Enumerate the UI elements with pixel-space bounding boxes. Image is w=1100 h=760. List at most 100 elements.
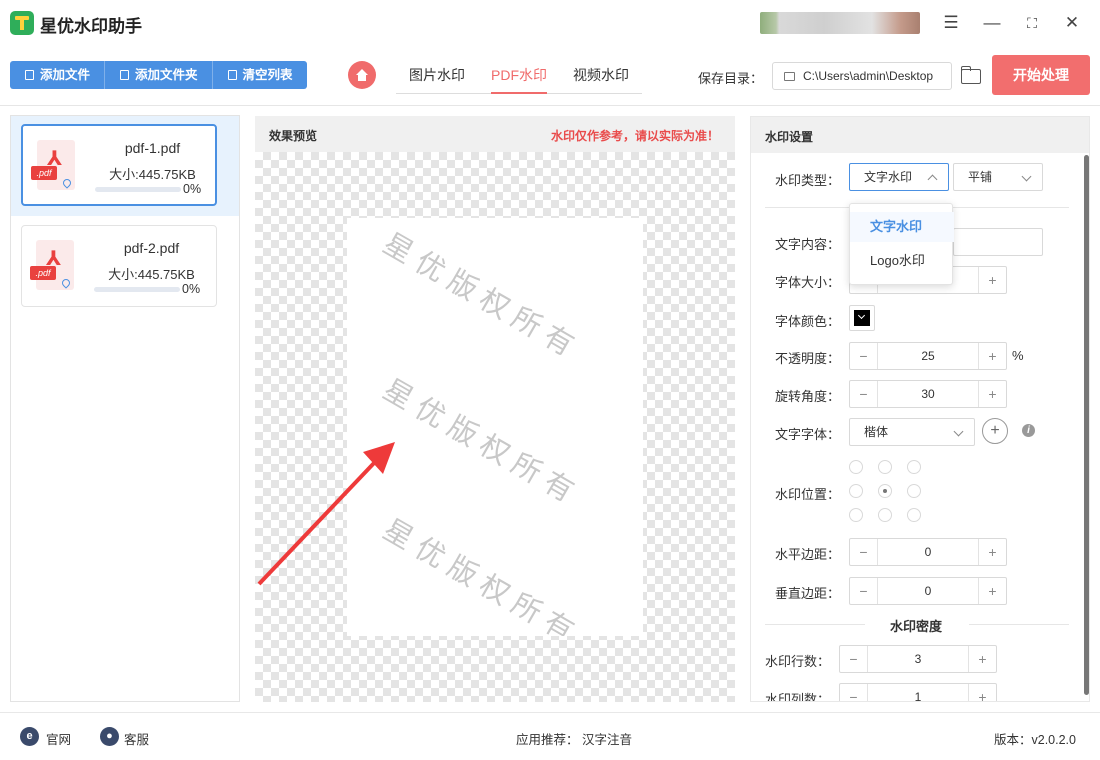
tab-video-watermark[interactable]: 视频水印 [560, 58, 642, 93]
settings-scrollbar[interactable] [1084, 155, 1089, 695]
v-margin-value[interactable]: 0 [878, 578, 978, 604]
open-folder-icon[interactable] [960, 66, 982, 84]
toolbar: 添加文件 添加文件夹 清空列表 图片水印 PDF水印 视频水印 保存目录： C:… [0, 46, 1100, 106]
rotation-label: 旋转角度： [775, 389, 841, 404]
position-top-center[interactable] [878, 460, 892, 474]
type-select[interactable]: 文字水印 [849, 163, 949, 191]
settings-sliders-icon[interactable]: ☰ [940, 12, 962, 34]
font-family-value: 楷体 [864, 425, 889, 439]
dropdown-option-text[interactable]: 文字水印 [850, 212, 954, 242]
maximize-icon[interactable]: ⛶ [1021, 12, 1043, 34]
cols-value[interactable]: 1 [868, 684, 968, 701]
support-link[interactable]: 客服 [124, 729, 149, 748]
increment-button[interactable]: + [968, 646, 996, 672]
position-bottom-right[interactable] [907, 508, 921, 522]
settings-header: 水印设置 [751, 117, 1089, 153]
dropdown-option-logo[interactable]: Logo水印 [850, 246, 954, 276]
increment-button[interactable]: + [978, 578, 1006, 604]
rotation-stepper[interactable]: −30 + [849, 380, 1007, 408]
layout-select[interactable]: 平铺 [953, 163, 1043, 191]
add-font-button[interactable]: + [982, 418, 1008, 444]
app-title: 星优水印助手 [40, 17, 142, 36]
position-bottom-left[interactable] [849, 508, 863, 522]
position-bottom-center[interactable] [878, 508, 892, 522]
official-link[interactable]: 官网 [46, 729, 71, 748]
type-select-value: 文字水印 [864, 170, 913, 184]
save-path-field[interactable]: C:\Users\admin\Desktop [772, 62, 952, 90]
folder-icon [120, 70, 130, 80]
position-middle-right[interactable] [907, 484, 921, 498]
file-name: pdf-2.pdf [123, 240, 180, 256]
decrement-button[interactable]: − [850, 343, 878, 369]
file-card-1[interactable]: ⅄ .pdf pdf-1.pdf 大小:445.75KB 0% [21, 124, 217, 206]
settings-title: 水印设置 [765, 130, 814, 144]
position-middle-left[interactable] [849, 484, 863, 498]
opacity-stepper[interactable]: −25 + [849, 342, 1007, 370]
h-margin-stepper[interactable]: −0 + [849, 538, 1007, 566]
density-title: 水印密度 [889, 619, 942, 634]
rows-label: 水印行数： [765, 654, 831, 669]
browser-icon: e [20, 727, 39, 746]
minimize-icon[interactable]: — [981, 12, 1003, 34]
decrement-button[interactable]: − [850, 539, 878, 565]
font-size-label: 字体大小： [775, 275, 841, 290]
start-button[interactable]: 开始处理 [992, 55, 1090, 95]
increment-button[interactable]: + [978, 267, 1006, 293]
chat-icon: ● [100, 727, 119, 746]
recommend-label: 应用推荐： [516, 733, 579, 747]
home-icon[interactable] [348, 61, 376, 89]
add-file-button[interactable]: 添加文件 [10, 61, 106, 89]
file-card-2[interactable]: ⅄ .pdf pdf-2.pdf 大小:445.75KB 0% [21, 225, 217, 307]
increment-button[interactable]: + [968, 684, 996, 701]
clear-list-label: 清空列表 [242, 68, 293, 82]
arrow-annotation [257, 442, 395, 586]
tab-pdf-watermark[interactable]: PDF水印 [478, 58, 560, 94]
content-label: 文字内容： [775, 237, 841, 252]
chevron-down-icon [1021, 171, 1032, 182]
tab-image-watermark[interactable]: 图片水印 [396, 58, 478, 93]
add-folder-label: 添加文件夹 [135, 68, 198, 82]
cols-stepper[interactable]: −1 + [839, 683, 997, 701]
rotation-value[interactable]: 30 [878, 381, 978, 407]
title-bar: 星优水印助手 ☰ — ⛶ ✕ [0, 0, 1100, 46]
file-progress-text: 0% [182, 282, 201, 296]
save-path-value: C:\Users\admin\Desktop [803, 69, 934, 83]
clear-list-button[interactable]: 清空列表 [212, 61, 307, 89]
add-folder-button[interactable]: 添加文件夹 [105, 61, 213, 89]
file-icon [25, 70, 34, 80]
opacity-label: 不透明度： [775, 351, 841, 366]
decrement-button[interactable]: − [840, 646, 868, 672]
decrement-button[interactable]: − [840, 684, 868, 701]
increment-button[interactable]: + [978, 381, 1006, 407]
preview-header: 效果预览 水印仅作参考，请以实际为准！ [255, 116, 735, 152]
close-icon[interactable]: ✕ [1061, 12, 1083, 34]
type-dropdown-menu: 文字水印 Logo水印 [849, 203, 954, 285]
preview-note: 水印仅作参考，请以实际为准！ [550, 129, 719, 143]
layout-select-value: 平铺 [968, 170, 993, 184]
v-margin-stepper[interactable]: −0 + [849, 577, 1007, 605]
h-margin-value[interactable]: 0 [878, 539, 978, 565]
position-center[interactable] [878, 484, 892, 498]
position-top-left[interactable] [849, 460, 863, 474]
font-color-swatch[interactable] [849, 305, 875, 331]
info-icon[interactable]: i [1022, 424, 1035, 437]
increment-button[interactable]: + [978, 539, 1006, 565]
recommend-link[interactable]: 汉字注音 [582, 729, 632, 748]
file-name: pdf-1.pdf [124, 140, 181, 156]
position-top-right[interactable] [907, 460, 921, 474]
opacity-value[interactable]: 25 [878, 343, 978, 369]
decrement-button[interactable]: − [850, 578, 878, 604]
file-progress-text: 0% [183, 182, 202, 196]
increment-button[interactable]: + [978, 343, 1006, 369]
rows-value[interactable]: 3 [868, 646, 968, 672]
decrement-button[interactable]: − [850, 381, 878, 407]
content-input[interactable] [953, 228, 1043, 256]
file-list: ⅄ .pdf pdf-1.pdf 大小:445.75KB 0% ⅄ .pdf pdf… [10, 115, 240, 702]
footer: e 官网 ● 客服 应用推荐： 汉字注音 版本：v2.0.2.0 [0, 712, 1100, 760]
type-label: 水印类型： [775, 173, 841, 188]
user-avatar[interactable] [760, 12, 920, 34]
rows-stepper[interactable]: −3 + [839, 645, 997, 673]
h-margin-label: 水平边距： [775, 547, 841, 562]
font-family-select[interactable]: 楷体 [849, 418, 975, 446]
watermark-text: 星优版权所有 [377, 226, 587, 367]
